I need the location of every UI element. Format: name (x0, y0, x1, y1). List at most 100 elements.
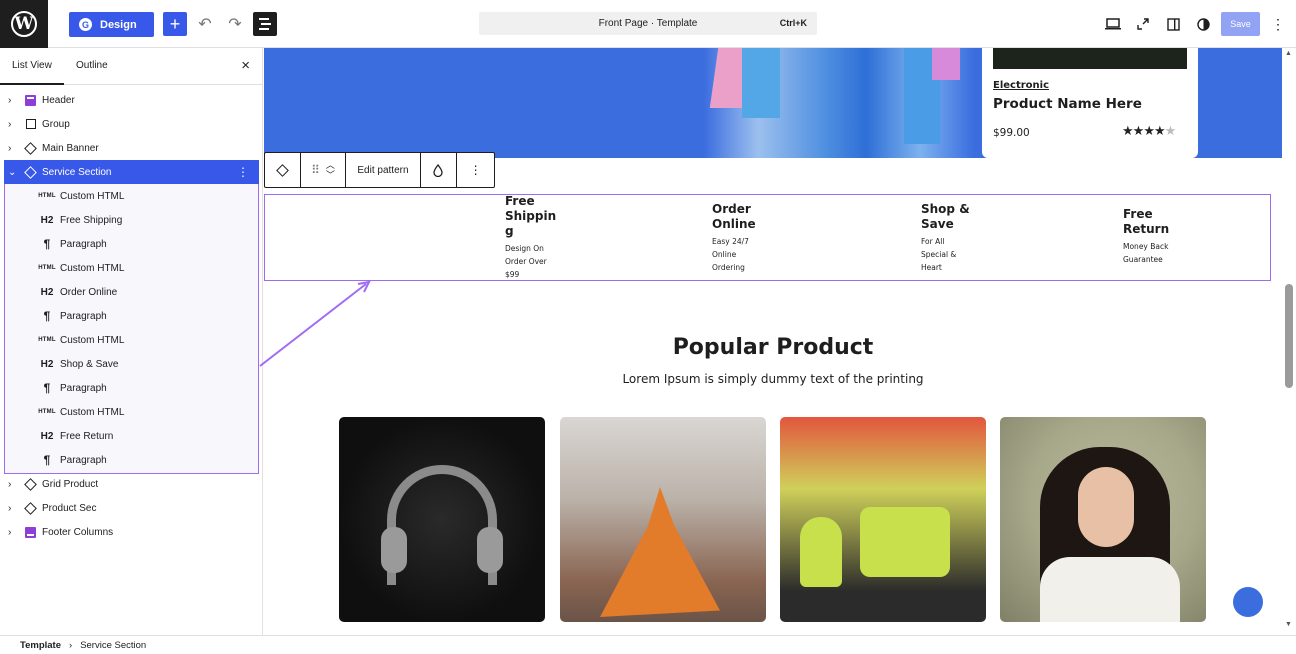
heading-h2-icon: H2 (40, 430, 54, 442)
floating-action-button[interactable] (1233, 587, 1263, 617)
move-buttons: ︿ ﹀ (326, 160, 335, 180)
list-view-icon-line (261, 23, 271, 25)
edit-pattern-button[interactable]: Edit pattern (346, 153, 421, 187)
chevron-right-icon[interactable]: › (8, 119, 11, 130)
service-title: Shop & (921, 202, 970, 216)
canvas-scrollbar[interactable]: ▲ ▼ (1282, 48, 1296, 635)
preview-device-button[interactable] (1101, 12, 1125, 36)
options-button[interactable]: ⋮ (1266, 12, 1290, 36)
list-item-order-online[interactable]: H2 Order Online (0, 280, 263, 304)
service-shop-save[interactable]: Shop & Save For All Special & Heart (921, 202, 970, 274)
service-free-shipping[interactable]: Free Shippin g Design On Order Over $99 (505, 194, 556, 281)
chevron-right-icon[interactable]: › (8, 527, 11, 538)
block-options-button[interactable]: ⋮ (457, 153, 494, 187)
list-item-service-section[interactable]: ⌄ Service Section ⋮ (4, 160, 259, 184)
group-icon (24, 118, 37, 131)
product-card[interactable]: Electronic Product Name Here $99.00 ★★★★… (982, 48, 1198, 158)
star-icon: ★ (1143, 124, 1155, 139)
drag-handle-icon[interactable]: ⠿ (311, 163, 320, 177)
popular-product-heading[interactable]: Popular Product (264, 335, 1282, 360)
list-item-label: Product Sec (42, 502, 97, 514)
settings-sidebar-button[interactable] (1161, 12, 1185, 36)
pattern-icon (24, 165, 37, 179)
breadcrumb-service-section[interactable]: Service Section (80, 640, 146, 651)
heading-h2-icon: H2 (40, 286, 54, 298)
breadcrumb-template[interactable]: Template (20, 640, 61, 651)
chevron-right-icon[interactable]: › (8, 95, 11, 106)
list-item-paragraph[interactable]: ¶ Paragraph (0, 232, 263, 256)
editor-top-bar: W G Design + ↶ ↷ Front Page · Template C… (0, 0, 1296, 48)
product-image-kitchen[interactable] (780, 417, 986, 622)
undo-button[interactable]: ↶ (193, 12, 217, 36)
more-vertical-icon: ⋮ (1271, 15, 1285, 32)
template-part-footer-icon (24, 526, 37, 539)
chevron-right-icon[interactable]: › (8, 143, 11, 154)
paragraph-icon: ¶ (43, 381, 51, 395)
redo-button[interactable]: ↷ (223, 12, 247, 36)
chevron-up-icon[interactable]: ︿ (326, 160, 335, 170)
list-item-custom-html[interactable]: HTML Custom HTML (0, 184, 263, 208)
scroll-down-icon[interactable]: ▼ (1285, 621, 1292, 628)
chevron-down-icon[interactable]: ⌄ (8, 167, 16, 178)
command-palette-button[interactable]: Front Page · Template Ctrl+K (479, 12, 817, 35)
wordpress-logo-button[interactable]: W (0, 0, 48, 48)
service-section-block[interactable] (264, 194, 1271, 281)
list-item-custom-html[interactable]: HTML Custom HTML (0, 400, 263, 424)
list-item-shop-save[interactable]: H2 Shop & Save (0, 352, 263, 376)
list-item-free-return[interactable]: H2 Free Return (0, 424, 263, 448)
popular-product-subtitle[interactable]: Lorem Ipsum is simply dummy text of the … (264, 372, 1282, 386)
star-icon: ★ (1132, 124, 1145, 139)
star-icon: ★ (1122, 124, 1134, 139)
styles-button[interactable] (1191, 12, 1215, 36)
save-button[interactable]: Save (1221, 12, 1260, 36)
tab-outline[interactable]: Outline (76, 60, 108, 71)
star-icon: ★ (1153, 124, 1166, 139)
tab-list-view[interactable]: List View (0, 60, 64, 85)
service-order-online[interactable]: Order Online Easy 24/7 Online Ordering (712, 202, 756, 274)
orange-dress-image (600, 487, 720, 617)
g-logo-icon: G (79, 18, 92, 31)
list-item-custom-html[interactable]: HTML Custom HTML (0, 256, 263, 280)
redo-icon: ↷ (228, 16, 242, 33)
service-desc-line: Online (712, 250, 737, 259)
scroll-up-icon[interactable]: ▲ (1285, 50, 1292, 57)
html-icon: HTML (38, 409, 56, 415)
close-icon[interactable]: × (241, 57, 250, 74)
product-category[interactable]: Electronic (993, 80, 1049, 91)
chevron-down-icon[interactable]: ﹀ (326, 170, 335, 180)
editor-canvas[interactable]: Electronic Product Name Here $99.00 ★★★★… (264, 48, 1282, 635)
list-item-paragraph[interactable]: ¶ Paragraph (0, 448, 263, 472)
list-item-header[interactable]: › Header (0, 88, 263, 112)
service-desc-line: For All (921, 237, 945, 246)
list-item-paragraph[interactable]: ¶ Paragraph (0, 376, 263, 400)
list-item-footer-columns[interactable]: › Footer Columns (0, 520, 263, 544)
list-item-group[interactable]: › Group (0, 112, 263, 136)
shopping-bag-image (932, 48, 960, 80)
list-item-paragraph[interactable]: ¶ Paragraph (0, 304, 263, 328)
html-icon: HTML (38, 337, 56, 343)
list-item-main-banner[interactable]: › Main Banner (0, 136, 263, 160)
list-item-free-shipping[interactable]: H2 Free Shipping (0, 208, 263, 232)
list-item-grid-product[interactable]: › Grid Product (0, 472, 263, 496)
scrollbar-thumb[interactable] (1285, 284, 1293, 388)
list-item-label: Paragraph (60, 382, 107, 394)
chevron-right-icon[interactable]: › (8, 503, 11, 514)
list-item-product-sec[interactable]: › Product Sec (0, 496, 263, 520)
document-overview-button[interactable] (253, 12, 277, 36)
service-free-return[interactable]: Free Return Money Back Guarantee (1123, 207, 1169, 266)
list-item-label: Order Online (60, 286, 118, 298)
main-banner[interactable]: Electronic Product Name Here $99.00 ★★★★… (264, 48, 1282, 158)
more-vertical-icon[interactable]: ⋮ (237, 165, 249, 179)
chevron-right-icon[interactable]: › (8, 479, 11, 490)
color-button[interactable] (421, 153, 458, 187)
product-image-headphones[interactable] (339, 417, 545, 622)
list-item-custom-html[interactable]: HTML Custom HTML (0, 328, 263, 352)
product-image-woman[interactable] (1000, 417, 1206, 622)
pattern-icon (24, 141, 37, 155)
product-image-dress[interactable] (560, 417, 766, 622)
design-button[interactable]: G Design (69, 12, 154, 37)
view-site-button[interactable] (1131, 12, 1155, 36)
service-desc-line: Heart (921, 263, 942, 272)
block-inserter-button[interactable]: + (163, 12, 187, 36)
block-type-button[interactable] (265, 153, 301, 187)
